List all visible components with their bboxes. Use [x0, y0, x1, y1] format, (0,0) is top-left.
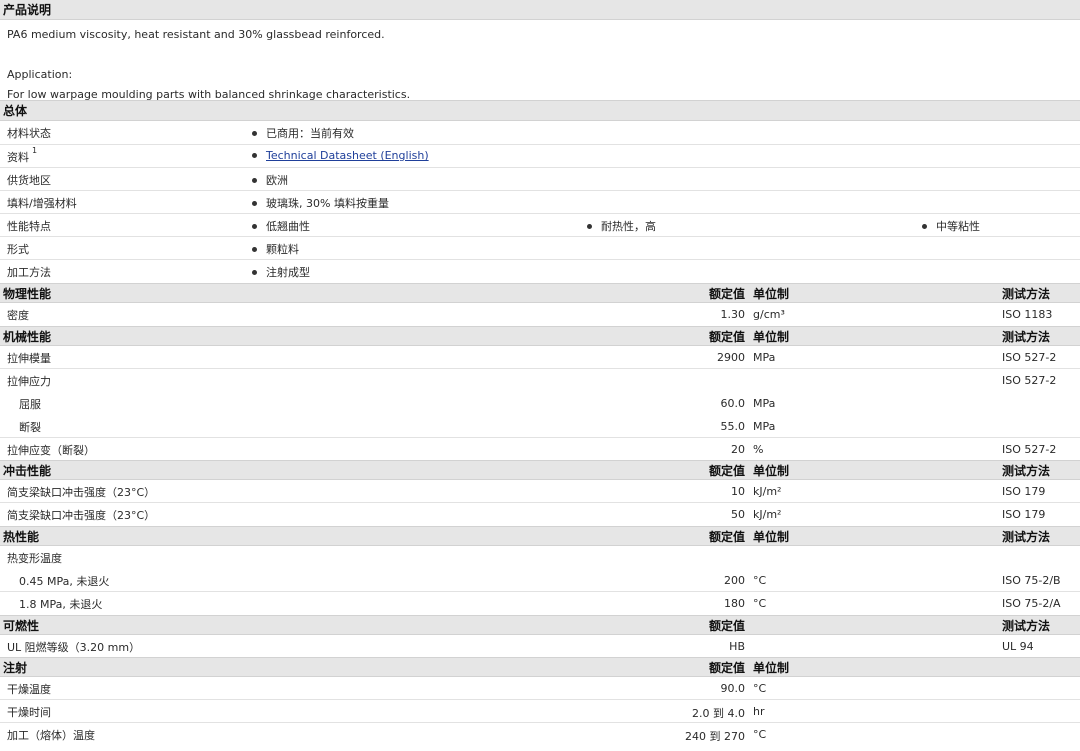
- table-row: 加工（熔体）温度 240 到 270 °C: [7, 728, 767, 743]
- section-mechanical: 机械性能 额定值 单位制 测试方法: [0, 326, 1080, 346]
- bullet-icon: [587, 223, 592, 229]
- list-item: 注射成型: [252, 264, 310, 280]
- section-title: 热性能: [3, 530, 40, 544]
- bullet-icon: [252, 130, 257, 136]
- row-label: 资料1: [7, 146, 38, 164]
- bullet-icon: [922, 223, 927, 229]
- table-row: 简支梁缺口冲击强度（23°C） 10 kJ/m² ISO 179: [0, 480, 1080, 503]
- section-title: 物理性能: [3, 287, 52, 301]
- header-method: 测试方法: [1002, 464, 1051, 478]
- row-label: 加工方法: [7, 266, 51, 279]
- header-unit: 单位制: [753, 287, 790, 301]
- section-flammability: 可燃性 额定值 测试方法: [0, 615, 1080, 635]
- general-row-region: 供货地区 欧洲: [0, 168, 1080, 191]
- table-row: 拉伸应变（断裂） 20 % ISO 527-2: [7, 443, 1057, 457]
- bullet-icon: [252, 152, 257, 158]
- header-unit: 单位制: [753, 661, 790, 675]
- table-row: 1.8 MPa, 未退火 180 °C ISO 75-2/A: [19, 597, 1061, 611]
- row-label: 材料状态: [7, 127, 51, 140]
- header-unit: 单位制: [753, 330, 790, 344]
- table-row: 0.45 MPa, 未退火 200 °C ISO 75-2/B: [0, 569, 1080, 592]
- table-row: 断裂 55.0 MPa: [0, 415, 1080, 438]
- section-thermal: 热性能 额定值 单位制 测试方法: [0, 526, 1080, 546]
- section-title: 机械性能: [3, 330, 52, 344]
- section-title: 可燃性: [3, 619, 40, 633]
- section-product-description: 产品说明: [0, 0, 1080, 20]
- row-label: 性能特点: [7, 220, 51, 233]
- table-row: UL 阻燃等级（3.20 mm） HB UL 94: [7, 640, 1034, 654]
- list-item: 玻璃珠, 30% 填料按重量: [252, 195, 389, 211]
- table-row: 干燥时间 2.0 到 4.0 hr: [0, 700, 1080, 723]
- general-row-processing: 加工方法 注射成型: [0, 260, 1080, 283]
- list-item: 颗粒料: [252, 241, 299, 257]
- section-title: 总体: [3, 104, 28, 118]
- header-unit: 单位制: [753, 530, 790, 544]
- table-row: 热变形温度: [7, 552, 62, 565]
- datasheet-link[interactable]: Technical Datasheet (English): [266, 149, 429, 162]
- general-row-status: 材料状态 已商用：当前有效: [0, 121, 1080, 145]
- list-item: 中等粘性: [922, 218, 980, 234]
- header-value: 额定值: [708, 661, 745, 675]
- bullet-icon: [252, 177, 257, 183]
- application-label: Application:: [7, 68, 73, 81]
- list-item: 耐热性，高: [587, 218, 656, 234]
- general-row-filler: 填料/增强材料 玻璃珠, 30% 填料按重量: [0, 191, 1080, 214]
- section-title: 冲击性能: [3, 464, 52, 478]
- general-row-datasheet: 资料1 Technical Datasheet (English): [0, 145, 1080, 168]
- bullet-icon: [252, 200, 257, 206]
- row-label: 供货地区: [7, 174, 51, 187]
- section-impact: 冲击性能 额定值 单位制 测试方法: [0, 460, 1080, 480]
- section-title: 产品说明: [3, 3, 52, 17]
- header-method: 测试方法: [1002, 287, 1051, 301]
- table-row: 屈服 60.0 MPa: [19, 397, 776, 411]
- list-item: Technical Datasheet (English): [252, 149, 429, 162]
- list-item: 欧洲: [252, 172, 288, 188]
- table-row: 拉伸应力 ISO 527-2: [7, 374, 1057, 388]
- bullet-icon: [252, 223, 257, 229]
- bullet-icon: [252, 269, 257, 275]
- header-method: 测试方法: [1002, 530, 1051, 544]
- header-method: 测试方法: [1002, 330, 1051, 344]
- general-row-features: 性能特点 低翘曲性 耐热性，高 中等粘性: [0, 214, 1080, 237]
- header-value: 额定值: [708, 619, 745, 633]
- header-value: 额定值: [708, 530, 745, 544]
- row-label: 填料/增强材料: [7, 197, 77, 210]
- section-physical: 物理性能 额定值 单位制 测试方法: [0, 283, 1080, 303]
- section-injection: 注射 额定值 单位制: [0, 657, 1080, 677]
- header-value: 额定值: [708, 464, 745, 478]
- list-item: 低翘曲性: [252, 218, 310, 234]
- header-value: 额定值: [708, 287, 745, 301]
- table-row: 干燥温度 90.0 °C: [0, 677, 1080, 700]
- section-title: 注射: [3, 661, 28, 675]
- row-label: 形式: [7, 243, 29, 256]
- list-item: 已商用：当前有效: [252, 125, 354, 141]
- table-row: 简支梁缺口冲击强度（23°C） 50 kJ/m² ISO 179: [7, 508, 1046, 522]
- description-line: PA6 medium viscosity, heat resistant and…: [7, 28, 385, 41]
- general-row-form: 形式 颗粒料: [0, 237, 1080, 260]
- header-unit: 单位制: [753, 464, 790, 478]
- footnote-marker: 1: [32, 146, 38, 155]
- section-general: 总体: [0, 100, 1080, 121]
- bullet-icon: [252, 246, 257, 252]
- header-method: 测试方法: [1002, 619, 1051, 633]
- table-row: 密度 1.30 g/cm³ ISO 1183: [7, 308, 1053, 322]
- product-description: PA6 medium viscosity, heat resistant and…: [0, 20, 1080, 101]
- table-row: 拉伸模量 2900 MPa ISO 527-2: [0, 346, 1080, 369]
- header-value: 额定值: [708, 330, 745, 344]
